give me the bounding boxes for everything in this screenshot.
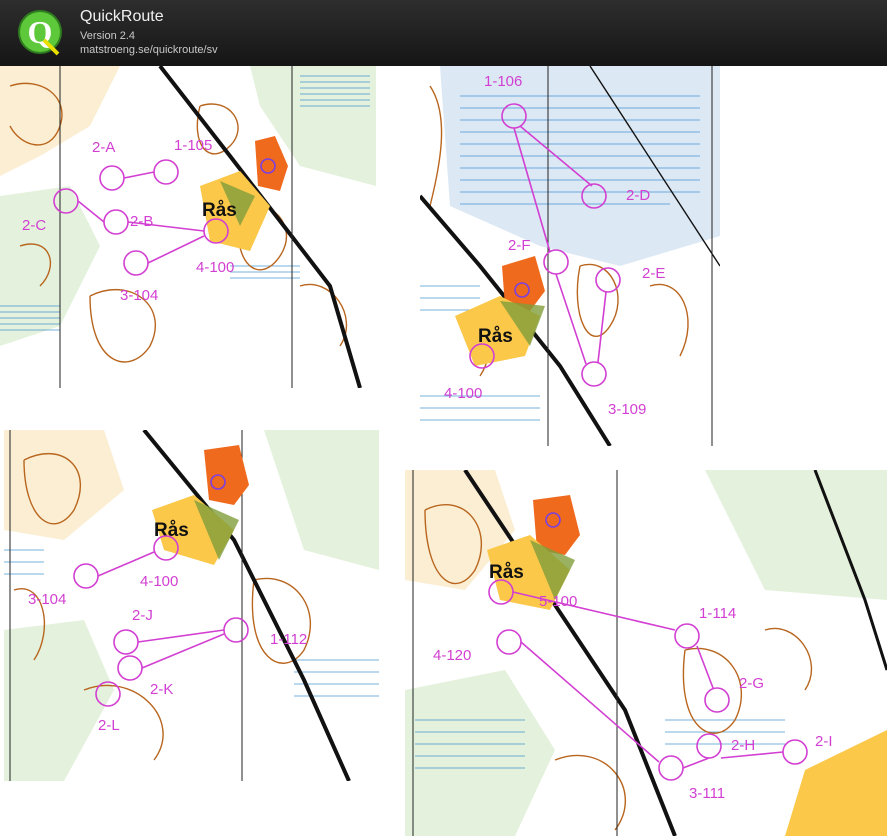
map-2-control-label: 2-F: [508, 237, 531, 254]
map-panel-3: Rås 3-104 4-100 2-J 1-112 2-K 2-L: [4, 430, 379, 781]
map-4-control-label: 2-H: [731, 737, 755, 754]
map-panel-4: Rås 5-100 1-114 4-120 2-G 2-H 2-I 3-111: [405, 470, 887, 836]
map-2-control-label: 2-D: [626, 187, 650, 204]
quickroute-logo-icon: Q: [18, 10, 62, 56]
map-4-canvas: Rås 5-100 1-114 4-120 2-G 2-H 2-I 3-111: [405, 470, 887, 836]
map-4-control-label: 4-120: [433, 647, 471, 664]
map-4-control-label: 2-G: [739, 675, 764, 692]
map-3-control-label: 1-112: [270, 631, 307, 648]
map-panel-2: Rås 1-106 2-D 2-F 2-E 4-100 3-109: [420, 66, 720, 446]
map-3-control-label: 4-100: [140, 573, 178, 590]
map-panel-1: Rås 2-A 1-105 2-C 2-B 4-100 3-104: [0, 66, 376, 388]
map-2-control-label: 1-106: [484, 73, 522, 90]
map-1-control-label: 1-105: [174, 137, 212, 154]
map-1-place-label: Rås: [202, 200, 237, 221]
app-title: QuickRoute: [80, 8, 164, 25]
map-3-control-label: 2-K: [150, 681, 173, 698]
map-1-control-label: 2-C: [22, 217, 46, 234]
map-1-control-label: 2-A: [92, 139, 115, 156]
app-url[interactable]: matstroeng.se/quickroute/sv: [80, 44, 218, 56]
map-1-control-label: 3-104: [120, 287, 158, 304]
app-version: Version 2.4: [80, 30, 136, 42]
map-3-control-label: 3-104: [28, 591, 66, 608]
map-3-control-label: 2-L: [98, 717, 120, 734]
map-4-place-label: Rås: [489, 562, 524, 583]
map-3-control-label: 2-J: [132, 607, 153, 624]
map-4-control-label: 5-100: [539, 593, 577, 610]
map-1-canvas: Rås 2-A 1-105 2-C 2-B 4-100 3-104: [0, 66, 376, 388]
map-3-canvas: Rås 3-104 4-100 2-J 1-112 2-K 2-L: [4, 430, 379, 781]
map-2-control-label: 2-E: [642, 265, 665, 282]
map-4-control-label: 1-114: [699, 605, 736, 622]
map-2-control-label: 4-100: [444, 385, 482, 402]
map-4-control-label: 2-I: [815, 733, 833, 750]
map-2-control-label: 3-109: [608, 401, 646, 418]
map-1-control-label: 2-B: [130, 213, 153, 230]
map-2-canvas: Rås 1-106 2-D 2-F 2-E 4-100 3-109: [420, 66, 720, 446]
map-1-control-label: 4-100: [196, 259, 234, 276]
app-header: Q QuickRoute Version 2.4 matstroeng.se/q…: [0, 0, 887, 66]
map-4-control-label: 3-111: [689, 785, 725, 802]
